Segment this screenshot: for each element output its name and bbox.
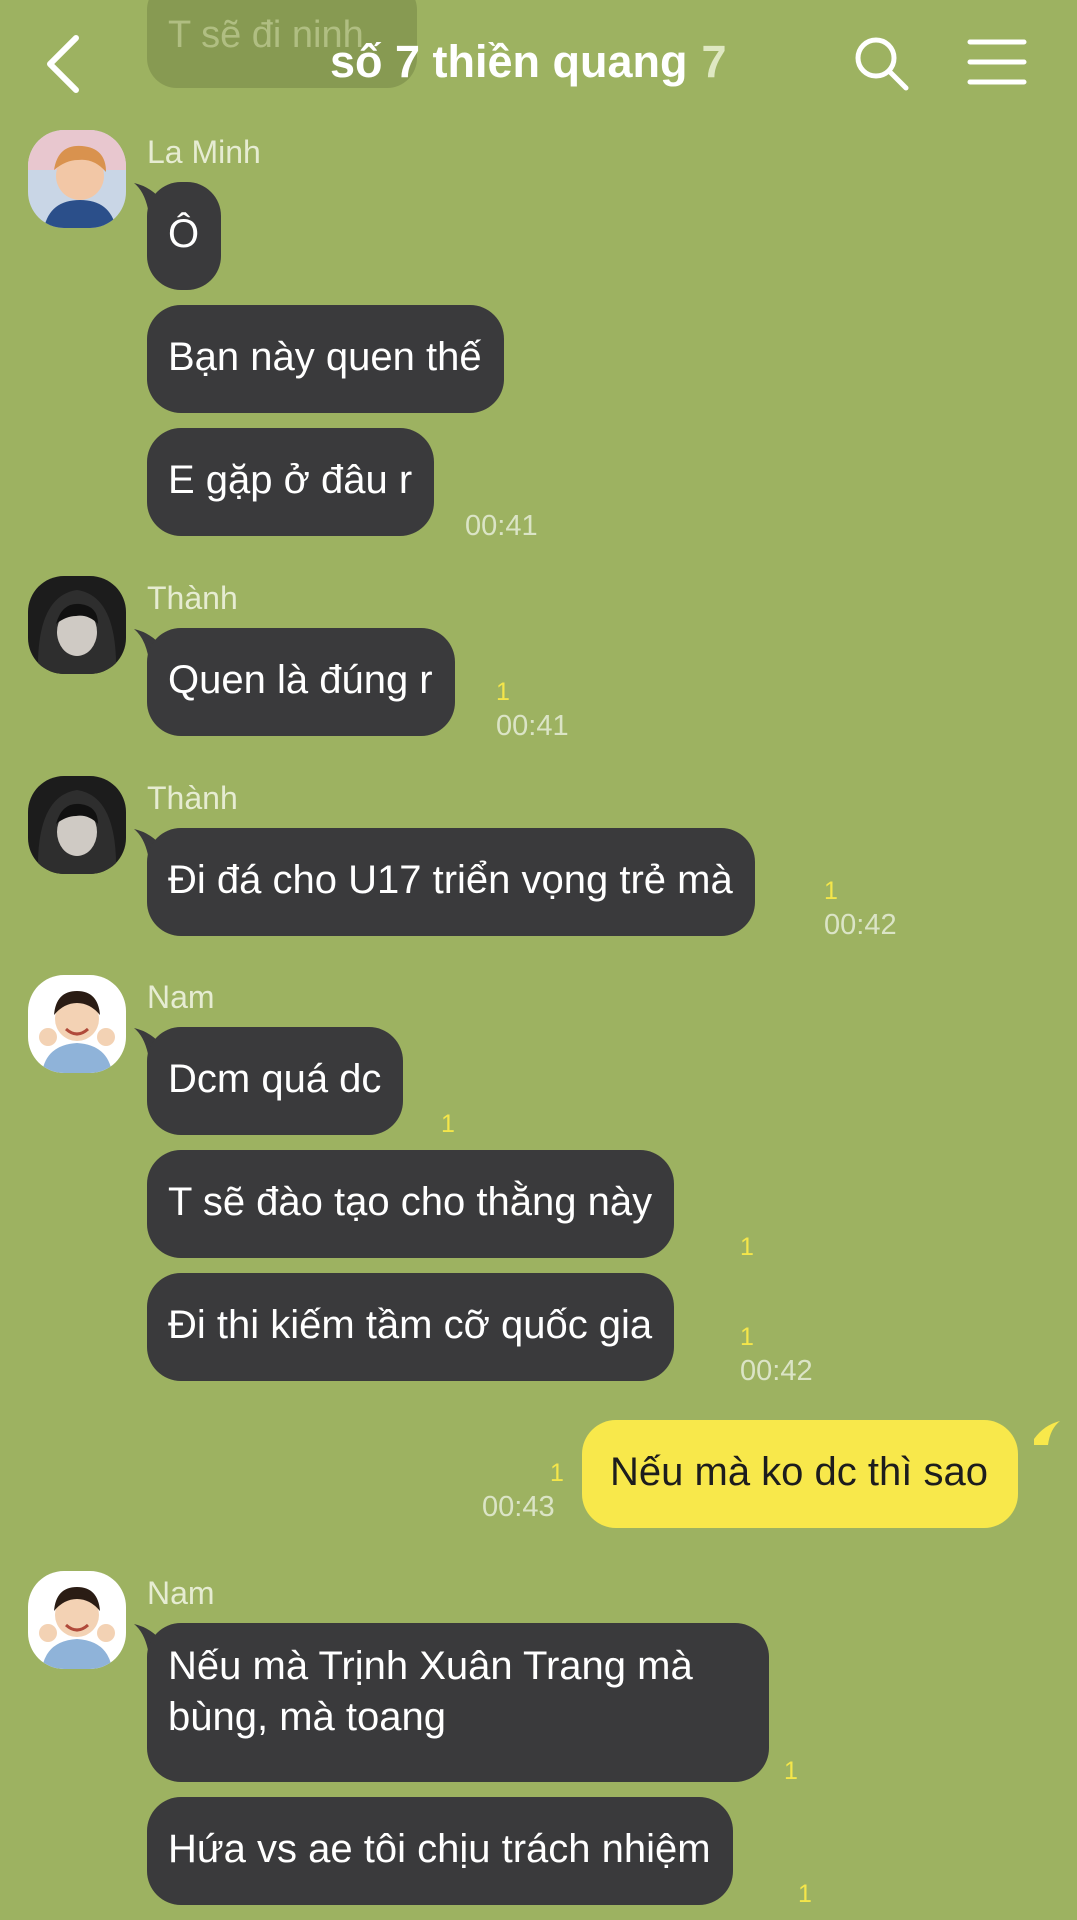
chat-area[interactable]: La Minh Ô Bạn này quen thế E gặp ở đâu r… bbox=[0, 0, 1077, 1920]
message-time: 00:43 bbox=[482, 1491, 555, 1523]
message-bubble[interactable]: Bạn này quen thế bbox=[147, 305, 504, 413]
unread-count: 1 bbox=[798, 1880, 812, 1908]
unread-count: 1 bbox=[740, 1233, 754, 1261]
search-icon[interactable] bbox=[852, 34, 910, 92]
message-bubble[interactable]: Dcm quá dc bbox=[147, 1027, 404, 1135]
unread-count: 1 bbox=[784, 1757, 798, 1785]
avatar-image bbox=[28, 576, 126, 674]
avatar-image bbox=[28, 975, 126, 1073]
chat-title-text: số 7 thiền quang bbox=[330, 36, 688, 87]
member-count: 7 bbox=[701, 36, 727, 87]
avatar-thanh[interactable] bbox=[28, 576, 126, 674]
message-time: 00:41 bbox=[465, 510, 538, 542]
avatar-image bbox=[28, 1571, 126, 1669]
message-bubble[interactable]: Hứa vs ae tôi chịu trách nhiệm bbox=[147, 1797, 733, 1905]
sender-name: Thành bbox=[147, 580, 238, 616]
message-bubble[interactable]: Quen là đúng r bbox=[147, 628, 455, 736]
chevron-left-icon[interactable] bbox=[40, 32, 88, 96]
sender-name: Thành bbox=[147, 780, 238, 816]
message-bubble[interactable]: T sẽ đào tạo cho thằng này bbox=[147, 1150, 675, 1258]
avatar-thanh[interactable] bbox=[28, 776, 126, 874]
avatar-image bbox=[28, 130, 126, 228]
avatar-image bbox=[28, 776, 126, 874]
message-time: 00:42 bbox=[740, 1355, 813, 1387]
chat-title[interactable]: số 7 thiền quang 7 bbox=[330, 36, 727, 88]
unread-count: 1 bbox=[441, 1110, 455, 1138]
message-bubble[interactable]: Nếu mà Trịnh Xuân Trang mà bùng, mà toan… bbox=[147, 1623, 769, 1782]
message-time: 00:42 bbox=[824, 909, 897, 941]
avatar-nam[interactable] bbox=[28, 1571, 126, 1669]
chat-header: T sẽ đi ninh số 7 thiền quang 7 bbox=[0, 0, 1077, 128]
my-message-bubble[interactable]: Nếu mà ko dc thì sao bbox=[582, 1420, 1018, 1528]
message-bubble[interactable]: Đi đá cho U17 triển vọng trẻ mà bbox=[147, 828, 755, 936]
message-bubble[interactable]: Đi thi kiếm tầm cỡ quốc gia bbox=[147, 1273, 675, 1381]
message-bubble[interactable]: Ô bbox=[147, 182, 222, 290]
unread-count: 1 bbox=[740, 1323, 754, 1351]
message-bubble[interactable]: E gặp ở đâu r bbox=[147, 428, 435, 536]
unread-count: 1 bbox=[550, 1459, 564, 1487]
avatar-la-minh[interactable] bbox=[28, 130, 126, 228]
bubble-tail bbox=[1034, 1421, 1060, 1445]
unread-count: 1 bbox=[824, 877, 838, 905]
hamburger-menu-icon[interactable] bbox=[967, 38, 1027, 86]
sender-name: Nam bbox=[147, 979, 215, 1015]
sender-name: La Minh bbox=[147, 134, 261, 170]
avatar-nam[interactable] bbox=[28, 975, 126, 1073]
message-time: 00:41 bbox=[496, 710, 569, 742]
sender-name: Nam bbox=[147, 1575, 215, 1611]
unread-count: 1 bbox=[496, 678, 510, 706]
